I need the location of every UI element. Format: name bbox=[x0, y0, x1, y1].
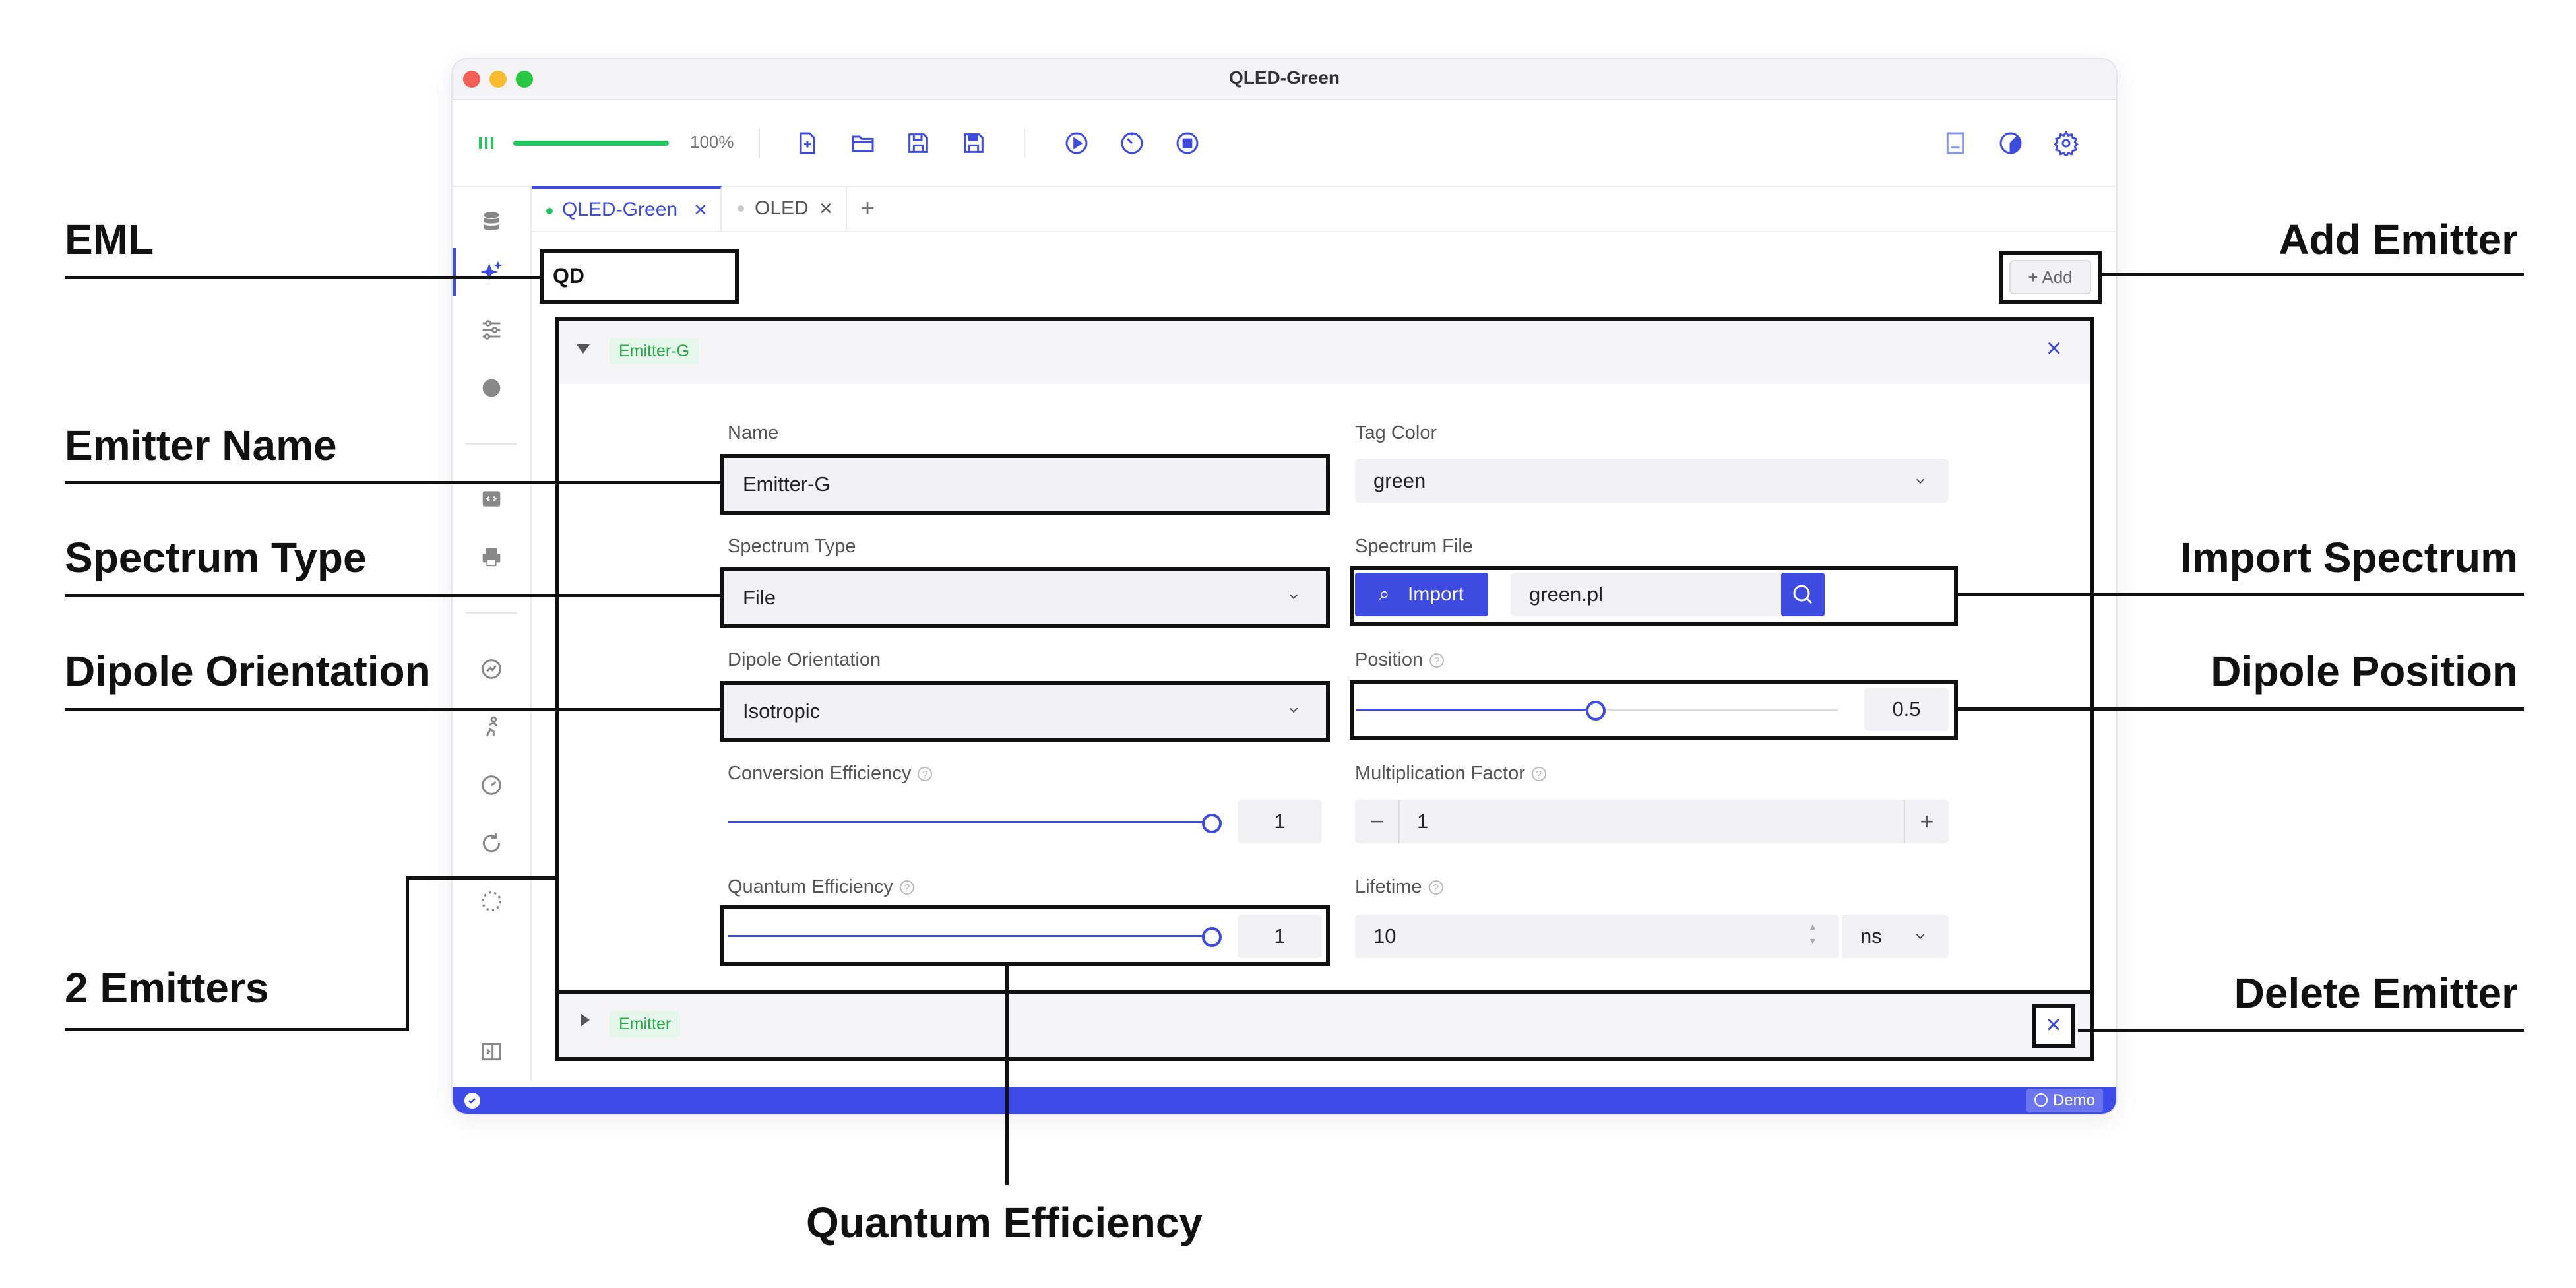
help-icon[interactable]: ? bbox=[1428, 880, 1443, 895]
annotation-delete-emitter: Delete Emitter bbox=[2234, 969, 2518, 1017]
annotation-two-emitters: 2 Emitters bbox=[65, 964, 269, 1012]
annotation-import-spectrum: Import Spectrum bbox=[2180, 534, 2518, 581]
multiplication-factor-label: Multiplication Factor? bbox=[1355, 763, 1546, 785]
help-icon[interactable]: ? bbox=[1429, 653, 1445, 668]
panel-toggle-icon[interactable] bbox=[478, 1039, 505, 1065]
annotation-eml: EML bbox=[65, 216, 154, 263]
chart-scan-icon[interactable] bbox=[478, 656, 505, 682]
plus-icon[interactable]: + bbox=[1904, 800, 1949, 843]
new-file-icon[interactable] bbox=[794, 130, 821, 156]
open-folder-icon[interactable] bbox=[850, 130, 876, 156]
tab-bar: QLED-Green × OLED × + bbox=[532, 186, 2116, 232]
spectrum-type-label: Spectrum Type bbox=[728, 536, 856, 557]
multiplication-factor-input[interactable]: 1 bbox=[1417, 800, 1428, 843]
annotation-spectrum-type: Spectrum Type bbox=[65, 534, 367, 581]
import-spectrum-frame bbox=[1350, 566, 1958, 626]
help-icon[interactable]: ? bbox=[1531, 767, 1546, 782]
window-title: QLED-Green bbox=[1228, 67, 1340, 88]
conversion-slider-handle[interactable] bbox=[1202, 814, 1222, 833]
delete-emitter-button[interactable]: × bbox=[2032, 1004, 2075, 1048]
caret-down-icon[interactable] bbox=[577, 344, 590, 354]
eml-field[interactable]: QD bbox=[553, 264, 584, 288]
annotation-dipole-position: Dipole Position bbox=[2211, 647, 2518, 695]
lifetime-input[interactable]: 10 bbox=[1355, 915, 1839, 958]
notes-icon[interactable] bbox=[1942, 130, 1968, 156]
tab-qled-green[interactable]: QLED-Green × bbox=[532, 186, 722, 231]
dipole-orientation-frame bbox=[720, 681, 1330, 742]
demo-badge[interactable]: Demo bbox=[2026, 1089, 2103, 1112]
refresh-icon[interactable] bbox=[478, 830, 505, 856]
emitter-badge: Emitter-G bbox=[610, 338, 699, 364]
conversion-efficiency-label: Conversion Efficiency? bbox=[728, 763, 933, 785]
code-icon[interactable] bbox=[478, 486, 505, 512]
help-icon[interactable]: ? bbox=[899, 880, 914, 895]
pie-icon[interactable] bbox=[478, 375, 505, 401]
settings-gear-icon[interactable] bbox=[2053, 130, 2079, 158]
zoom-level: 100% bbox=[690, 132, 734, 152]
caret-right-icon[interactable] bbox=[581, 1014, 590, 1027]
toolbar: 100% bbox=[453, 100, 2116, 187]
lifetime-unit-select[interactable]: ns bbox=[1840, 915, 1949, 958]
spectrum-file-label: Spectrum File bbox=[1355, 536, 1473, 557]
title-bar: QLED-Green bbox=[453, 59, 2116, 100]
spin-arrows-icon[interactable]: ▴ ▾ bbox=[1810, 920, 1815, 949]
emitter-g-header[interactable]: Emitter-G × bbox=[559, 321, 2090, 384]
save-icon[interactable] bbox=[905, 130, 931, 156]
emitter-name-frame bbox=[720, 454, 1330, 515]
play-icon[interactable] bbox=[1063, 130, 1090, 156]
close-tab-icon[interactable]: × bbox=[819, 187, 832, 230]
spectrum-type-frame bbox=[720, 567, 1330, 628]
quantum-efficiency-frame bbox=[720, 905, 1330, 966]
chevron-down-icon bbox=[1913, 474, 1928, 488]
theme-icon[interactable] bbox=[1997, 130, 2024, 156]
annotation-emitter-name: Emitter Name bbox=[65, 422, 337, 469]
position-label: Position? bbox=[1355, 649, 1445, 671]
zoom-progress-bar bbox=[513, 141, 669, 146]
chevron-down-icon bbox=[1913, 929, 1928, 944]
loader-icon[interactable] bbox=[478, 888, 505, 915]
stop-icon[interactable] bbox=[1174, 130, 1201, 156]
tag-color-label: Tag Color bbox=[1355, 422, 1437, 443]
timer-icon[interactable] bbox=[1119, 130, 1145, 156]
annotation-quantum-efficiency: Quantum Efficiency bbox=[806, 1199, 1203, 1246]
bars-icon bbox=[479, 137, 493, 149]
zoom-progress-fill bbox=[513, 141, 669, 146]
sliders-icon[interactable] bbox=[478, 317, 505, 343]
ban-icon bbox=[2034, 1093, 2048, 1107]
conversion-slider-fill bbox=[728, 821, 1210, 823]
sparkle-emitter-icon[interactable] bbox=[478, 259, 505, 285]
sidebar bbox=[453, 187, 532, 1081]
dipole-position-frame bbox=[1350, 680, 1958, 740]
annotation-dipole-orientation: Dipole Orientation bbox=[65, 647, 431, 695]
gauge-icon[interactable] bbox=[478, 772, 505, 798]
emitter-badge: Emitter bbox=[610, 1011, 681, 1037]
close-emitter-icon[interactable]: × bbox=[2046, 334, 2061, 364]
save-as-icon[interactable] bbox=[960, 130, 987, 156]
lifetime-label: Lifetime? bbox=[1355, 876, 1443, 898]
person-run-icon[interactable] bbox=[478, 714, 505, 740]
tab-oled[interactable]: OLED × bbox=[723, 187, 847, 230]
new-tab-button[interactable]: + bbox=[860, 187, 887, 230]
close-tab-icon[interactable]: × bbox=[694, 189, 707, 231]
emitter-2-header[interactable]: Emitter × bbox=[559, 994, 2090, 1057]
check-circle-icon bbox=[464, 1093, 480, 1109]
minus-icon[interactable]: − bbox=[1355, 800, 1400, 843]
database-icon[interactable] bbox=[478, 209, 505, 235]
status-bar: Demo bbox=[453, 1087, 2116, 1114]
dipole-orientation-label: Dipole Orientation bbox=[728, 649, 881, 670]
tag-color-select[interactable]: green bbox=[1355, 459, 1949, 503]
printer-icon[interactable] bbox=[478, 544, 505, 570]
multiplication-factor-stepper: − 1 + bbox=[1355, 800, 1949, 843]
name-label: Name bbox=[728, 422, 779, 443]
add-emitter-button[interactable]: + Add bbox=[2009, 260, 2091, 294]
annotation-add-emitter: Add Emitter bbox=[2278, 216, 2518, 263]
quantum-efficiency-label: Quantum Efficiency? bbox=[728, 876, 914, 898]
help-icon[interactable]: ? bbox=[918, 767, 933, 782]
conversion-efficiency-input[interactable]: 1 bbox=[1238, 800, 1322, 843]
